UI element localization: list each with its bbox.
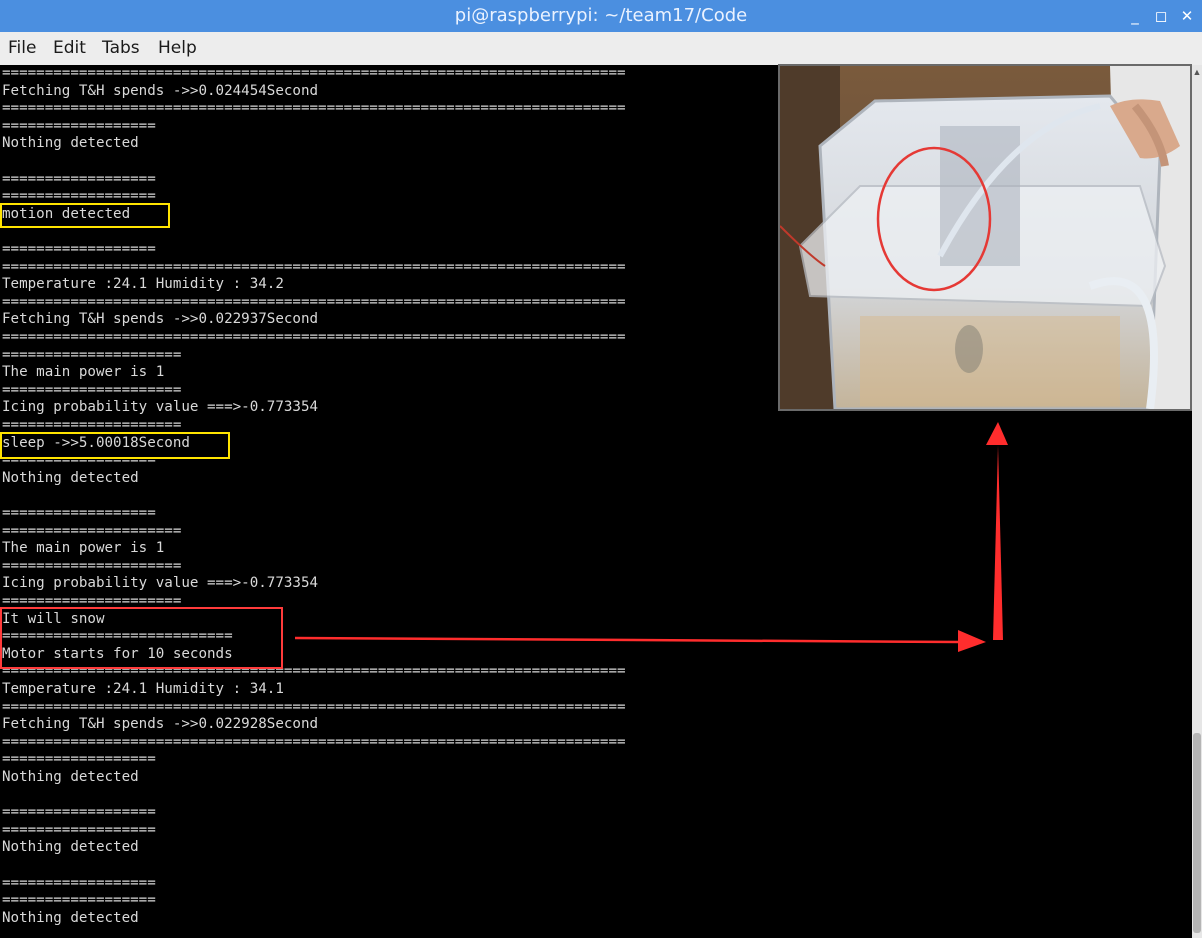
terminal-separator-line: =====================	[2, 557, 182, 574]
menu-help[interactable]: Help	[158, 38, 197, 58]
minimize-icon[interactable]: _	[1124, 5, 1146, 27]
terminal-line: Nothing detected	[2, 909, 139, 926]
terminal-line: Nothing detected	[2, 469, 139, 486]
highlight-sleep-line	[0, 432, 230, 459]
menu-edit[interactable]: Edit	[53, 38, 86, 58]
terminal-line: Temperature :24.1 Humidity : 34.1	[2, 681, 284, 697]
terminal-line: The main power is 1	[2, 540, 165, 557]
terminal-line: The main power is 1	[2, 364, 165, 381]
terminal-separator-line: ==================	[2, 821, 156, 838]
terminal-line: Nothing detected	[2, 839, 139, 856]
menu-bar: File Edit Tabs Help	[0, 32, 1202, 66]
close-icon[interactable]: ✕	[1176, 5, 1198, 27]
menu-file[interactable]: File	[8, 38, 36, 58]
scrollbar-thumb[interactable]	[1193, 733, 1201, 933]
terminal-separator-line: ========================================…	[2, 100, 626, 117]
terminal-separator-line: ========================================…	[2, 329, 626, 345]
window-title: pi@raspberrypi: ~/team17/Code	[454, 5, 748, 26]
terminal-separator-line: ==================	[2, 751, 156, 768]
terminal-separator-line: =====================	[2, 522, 182, 539]
terminal-separator-line: ==================	[2, 874, 156, 891]
highlight-snow-motor	[0, 607, 283, 669]
terminal-separator-line: ==================	[2, 505, 156, 521]
maximize-icon[interactable]: ◻	[1150, 5, 1172, 27]
highlight-motion-detected	[0, 203, 170, 228]
menu-tabs[interactable]: Tabs	[102, 38, 140, 58]
container-photo	[778, 64, 1192, 411]
terminal-line: Temperature :24.1 Humidity : 34.2	[2, 276, 284, 293]
terminal-line: Icing probability value ===>-0.773354	[2, 575, 319, 592]
terminal-separator-line: ==================	[2, 170, 156, 187]
terminal-separator-line: ==================	[2, 892, 156, 909]
plastic-container-image	[780, 66, 1190, 409]
terminal-separator-line: ========================================…	[2, 65, 626, 81]
scroll-up-arrow-icon[interactable]: ▲	[1192, 65, 1202, 79]
scrollbar[interactable]: ▲	[1192, 65, 1202, 938]
terminal-separator-line: ==================	[2, 804, 156, 821]
terminal-separator-line: ========================================…	[2, 293, 626, 310]
terminal-separator-line: ==================	[2, 117, 156, 134]
terminal-line: Fetching T&H spends ->>0.024454Second	[2, 82, 319, 99]
terminal-separator-line: ==================	[2, 241, 156, 257]
terminal-line: Fetching T&H spends ->>0.022928Second	[2, 716, 319, 733]
title-bar: pi@raspberrypi: ~/team17/Code _ ◻ ✕	[0, 0, 1202, 32]
terminal-separator-line: =====================	[2, 346, 182, 363]
terminal-separator-line: ========================================…	[2, 733, 626, 750]
terminal-line: Nothing detected	[2, 135, 139, 152]
terminal-separator-line: ========================================…	[2, 698, 626, 715]
terminal-separator-line: =====================	[2, 381, 182, 398]
terminal-line: Icing probability value ===>-0.773354	[2, 399, 319, 416]
terminal-line: Fetching T&H spends ->>0.022937Second	[2, 311, 319, 328]
terminal-separator-line: ========================================…	[2, 258, 626, 275]
terminal-line: Nothing detected	[2, 769, 139, 785]
